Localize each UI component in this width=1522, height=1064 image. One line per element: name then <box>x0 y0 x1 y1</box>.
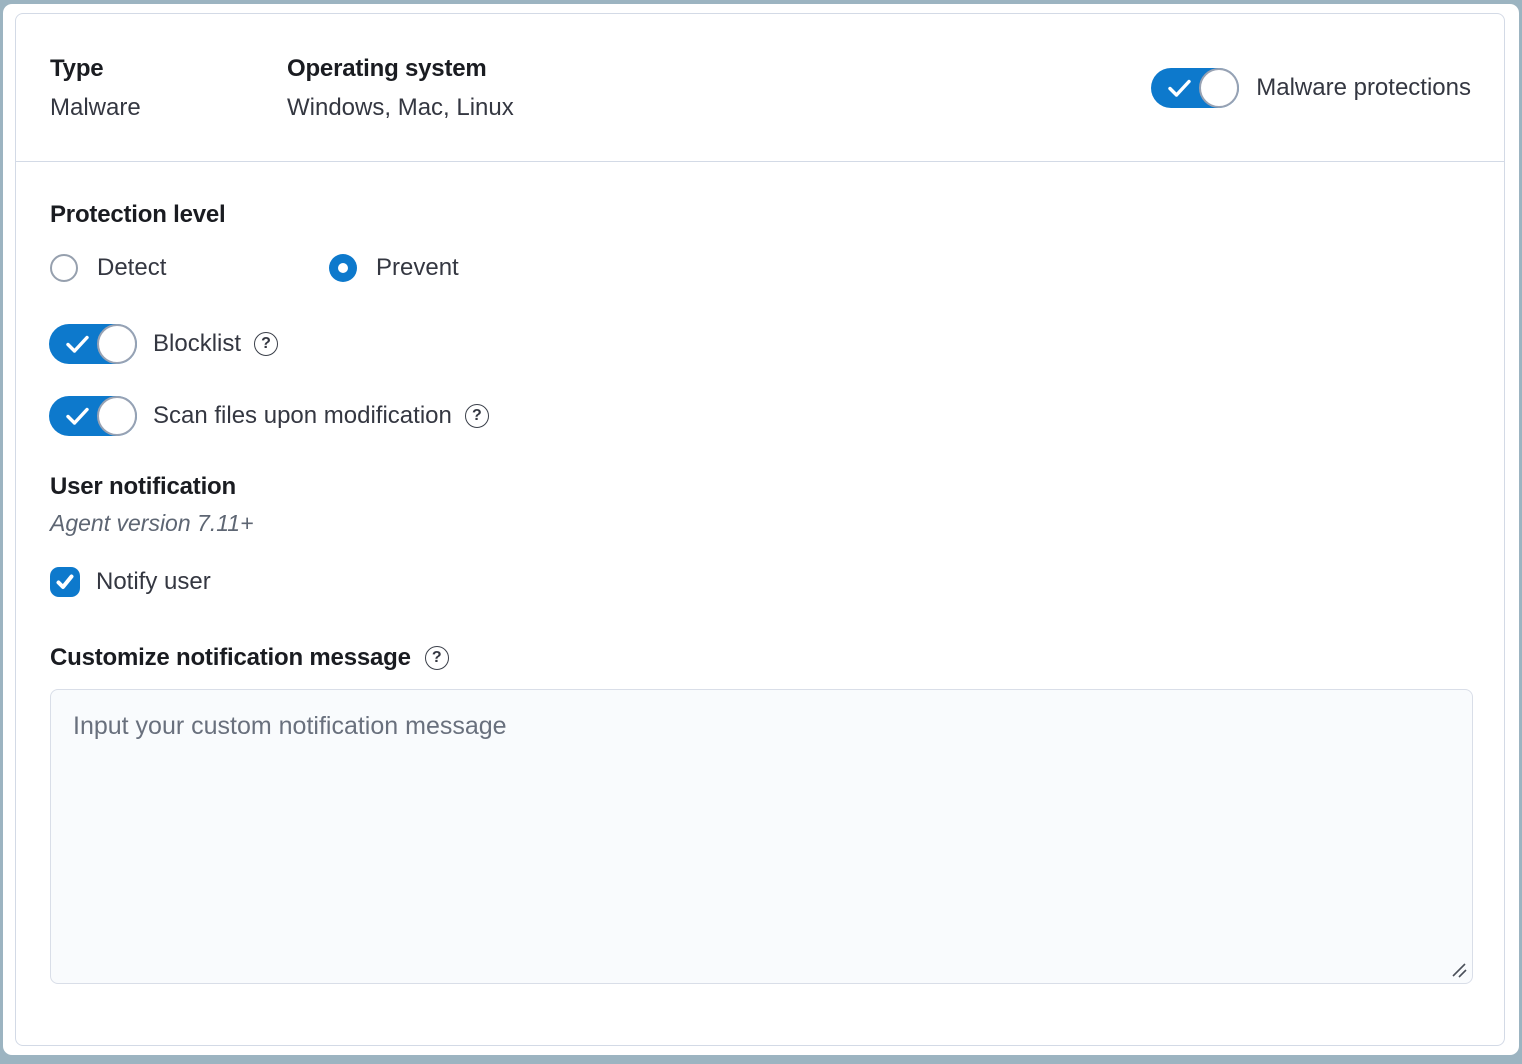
question-in-circle-icon[interactable]: ? <box>254 332 278 356</box>
customize-message-heading: Customize notification message <box>50 644 411 672</box>
blocklist-row: Blocklist ? <box>49 324 1471 364</box>
type-value: Malware <box>50 94 287 122</box>
question-in-circle-icon[interactable]: ? <box>465 404 489 428</box>
radio-prevent-label: Prevent <box>376 254 459 282</box>
blocklist-label: Blocklist <box>153 330 241 358</box>
check-icon <box>66 335 90 354</box>
protection-level-heading: Protection level <box>50 201 1471 229</box>
malware-protections-label: Malware protections <box>1256 74 1471 102</box>
blocklist-toggle[interactable] <box>49 324 137 364</box>
malware-protection-card: Type Malware Operating system Windows, M… <box>15 13 1505 1046</box>
check-icon <box>66 407 90 426</box>
malware-protections-switch-group: Malware protections <box>1151 68 1471 108</box>
radio-detect[interactable] <box>50 254 78 282</box>
check-icon <box>50 567 80 597</box>
user-notification-heading: User notification <box>50 473 1471 501</box>
radio-detect-label: Detect <box>97 254 166 282</box>
os-label: Operating system <box>287 55 514 83</box>
agent-version-note: Agent version 7.11+ <box>50 510 1471 537</box>
card-header: Type Malware Operating system Windows, M… <box>16 14 1504 162</box>
card-body: Protection level Detect Prevent <box>16 162 1504 984</box>
malware-protections-toggle[interactable] <box>1151 68 1239 108</box>
toggle-knob <box>97 324 137 364</box>
check-icon <box>1168 79 1192 98</box>
type-column: Type Malware <box>50 55 287 122</box>
question-in-circle-icon[interactable]: ? <box>425 646 449 670</box>
radio-option-detect[interactable]: Detect <box>50 254 329 282</box>
scan-files-toggle[interactable] <box>49 396 137 436</box>
custom-message-textarea[interactable] <box>50 689 1473 984</box>
type-label: Type <box>50 55 287 83</box>
scan-files-label: Scan files upon modification <box>153 402 452 430</box>
notify-user-checkbox[interactable] <box>50 567 80 597</box>
notify-user-label: Notify user <box>96 568 211 596</box>
settings-panel: Type Malware Operating system Windows, M… <box>3 4 1519 1055</box>
scan-files-row: Scan files upon modification ? <box>49 396 1471 436</box>
radio-prevent[interactable] <box>329 254 357 282</box>
customize-message-heading-row: Customize notification message ? <box>50 644 1471 672</box>
protection-level-radio-group: Detect Prevent <box>50 253 1471 283</box>
custom-message-field-wrap <box>50 689 1473 984</box>
os-value: Windows, Mac, Linux <box>287 94 514 122</box>
toggle-knob <box>1199 68 1239 108</box>
os-column: Operating system Windows, Mac, Linux <box>287 55 514 122</box>
notify-user-row: Notify user <box>50 567 1471 597</box>
toggle-knob <box>97 396 137 436</box>
radio-option-prevent[interactable]: Prevent <box>329 254 459 282</box>
